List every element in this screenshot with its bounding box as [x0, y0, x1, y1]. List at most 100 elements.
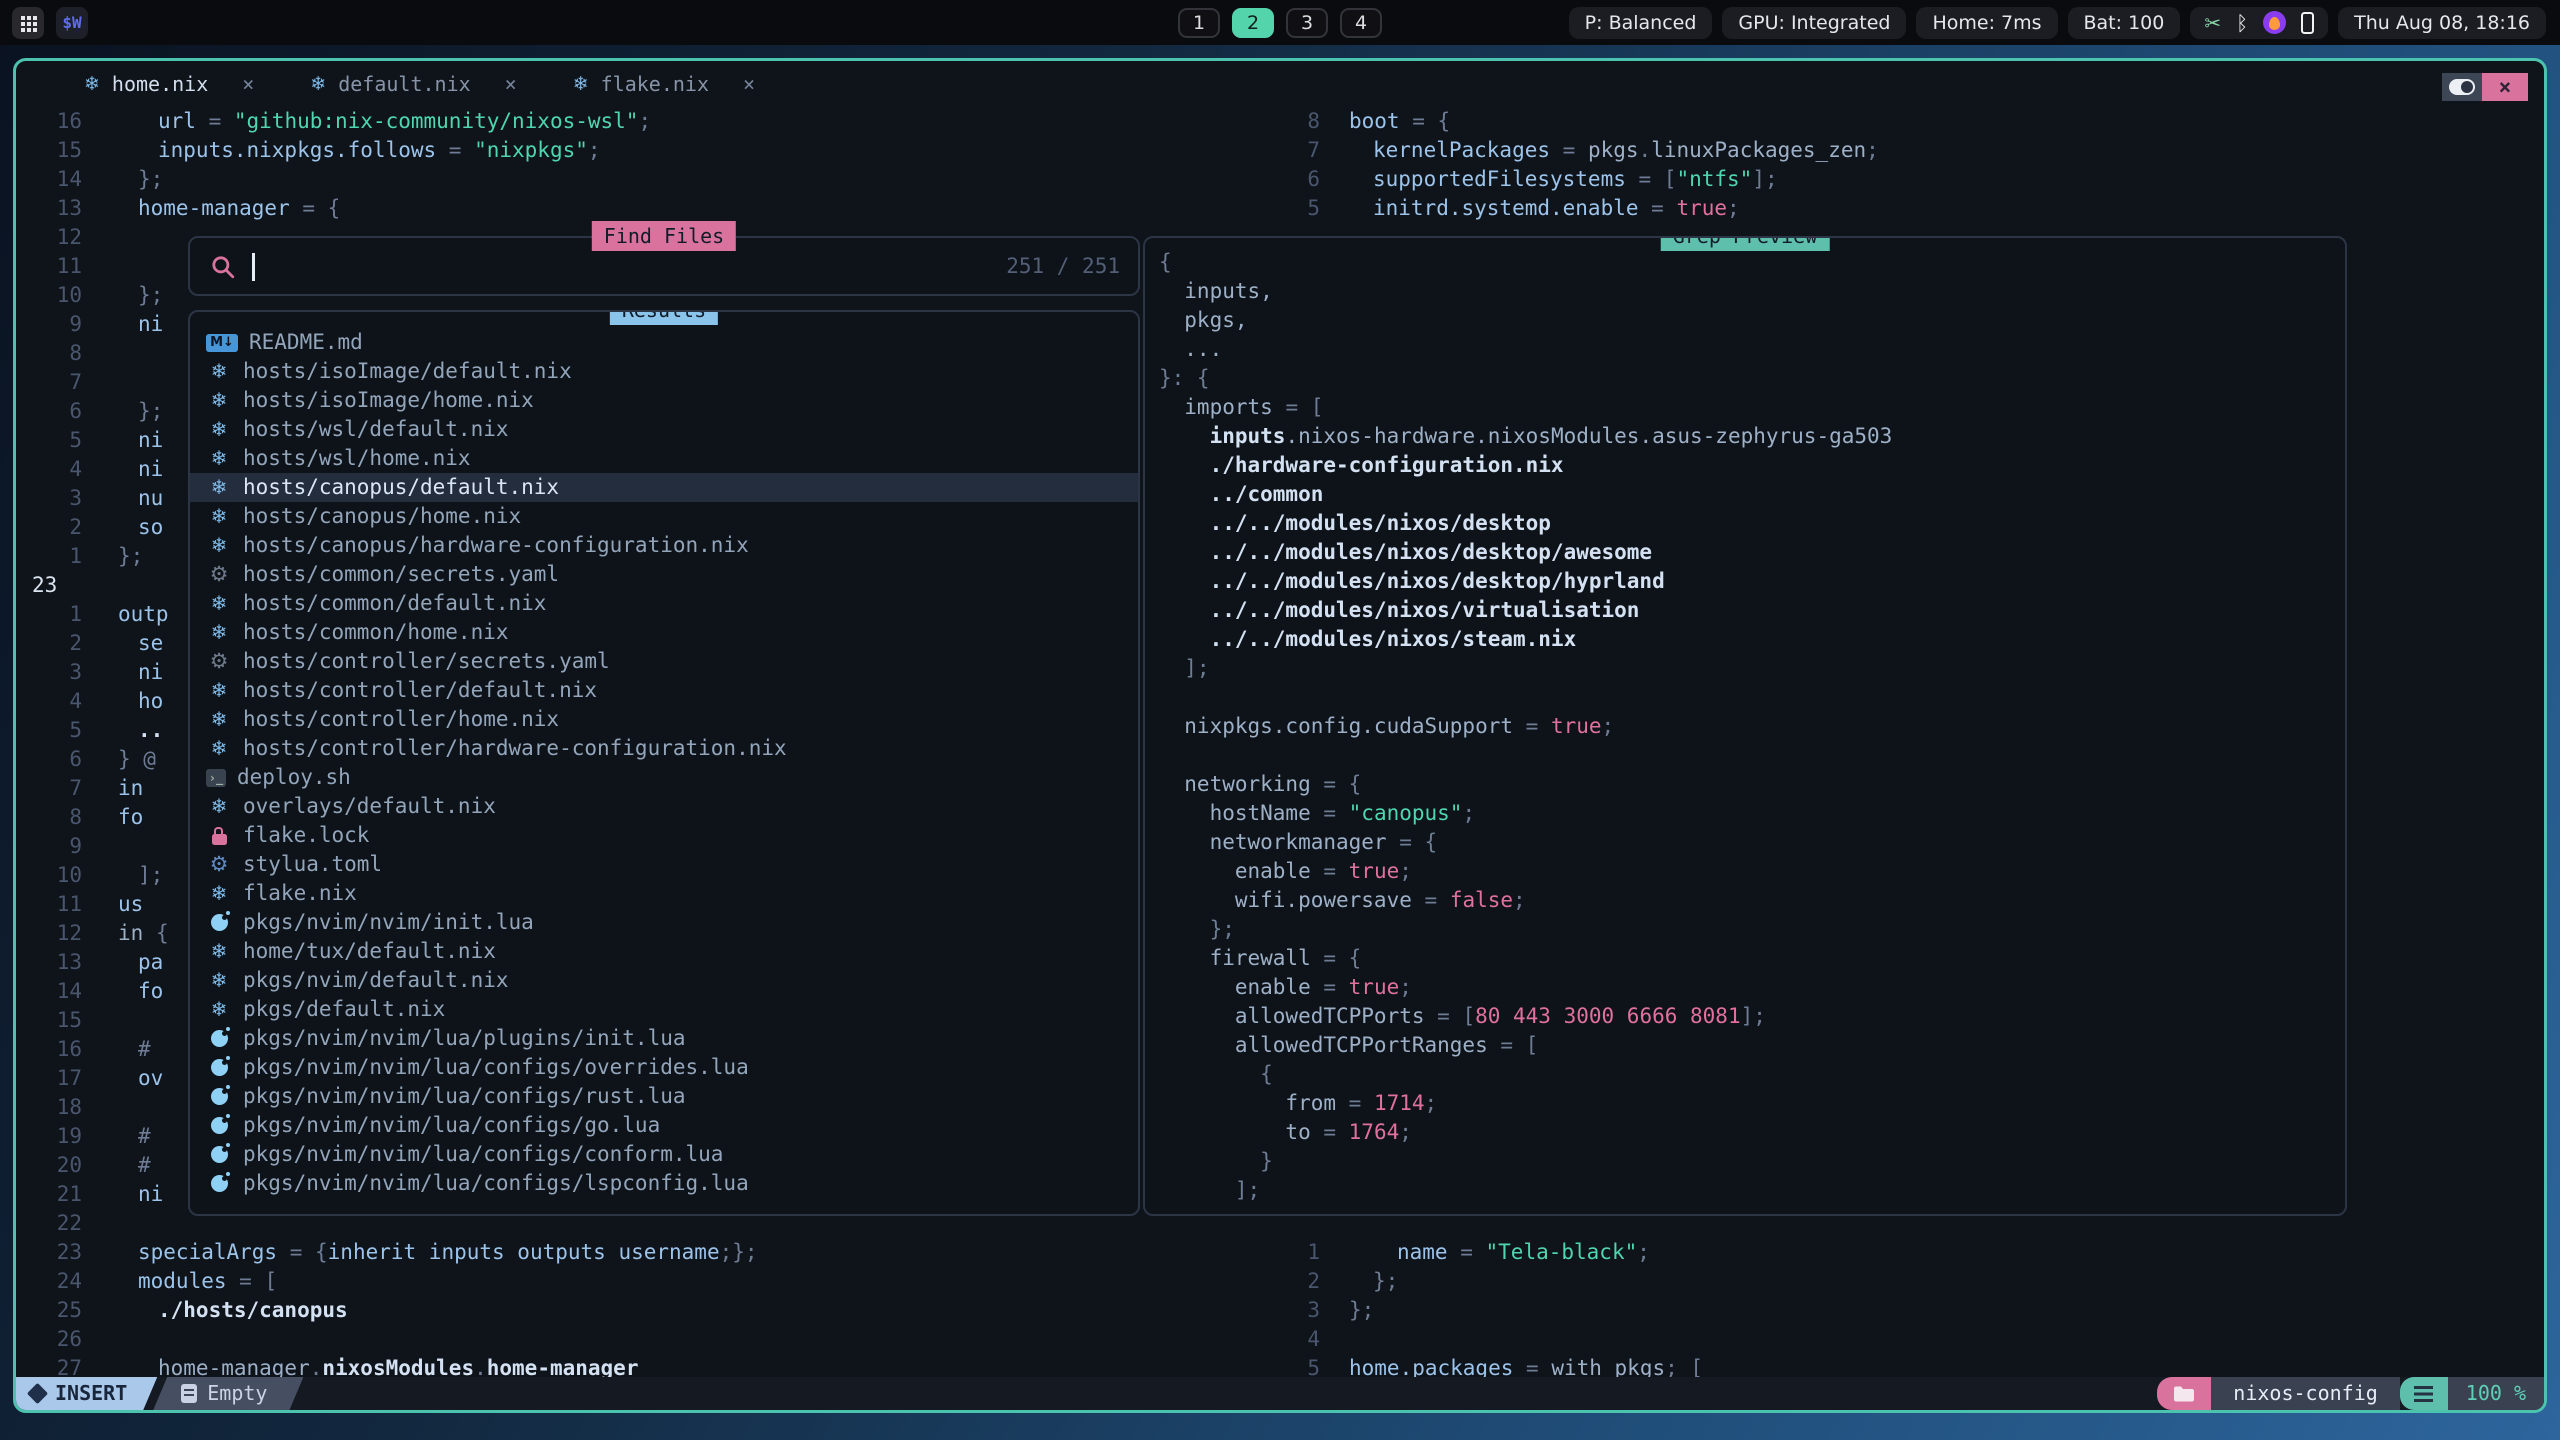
code-line: 7kernelPackages = pkgs.linuxPackages_zen… [16, 136, 2544, 165]
folder-icon [2173, 1385, 2195, 1403]
result-item[interactable]: ❄hosts/canopus/home.nix [190, 502, 1138, 531]
result-item[interactable]: pkgs/nvim/nvim/lua/configs/rust.lua [190, 1082, 1138, 1111]
preview-line [1159, 683, 2345, 712]
workspace-button-4[interactable]: 4 [1340, 8, 1382, 38]
result-path: pkgs/nvim/nvim/lua/configs/lspconfig.lua [243, 1169, 749, 1198]
scissors-icon[interactable]: ✂ [2204, 13, 2221, 33]
vim-icon [27, 1383, 48, 1404]
preview-title: Grep Preview [1661, 236, 1830, 251]
app-launcher-button[interactable] [12, 7, 44, 39]
preview-line: firewall = { [1159, 944, 2345, 973]
preview-line: imports = [ [1159, 393, 2345, 422]
result-item[interactable]: ❄hosts/controller/hardware-configuration… [190, 734, 1138, 763]
nix-file-icon: ❄ [206, 676, 232, 705]
code-line: 2}; [16, 1267, 2544, 1296]
phone-icon[interactable] [2301, 12, 2314, 34]
preview-line: pkgs, [1159, 306, 2345, 335]
result-path: hosts/controller/default.nix [243, 676, 597, 705]
result-item[interactable]: ›_deploy.sh [190, 763, 1138, 792]
preview-line: enable = true; [1159, 973, 2345, 1002]
flame-icon[interactable] [2263, 11, 2286, 34]
preview-line: ../../modules/nixos/desktop/hyprland [1159, 567, 2345, 596]
project-name: nixos-config [2211, 1377, 2400, 1410]
text-cursor [252, 253, 255, 281]
result-path: hosts/controller/home.nix [243, 705, 559, 734]
results-title: Results [610, 310, 718, 325]
result-item[interactable]: ❄hosts/isoImage/default.nix [190, 357, 1138, 386]
result-path: overlays/default.nix [243, 792, 496, 821]
status-left: INSERT Empty [16, 1377, 303, 1410]
workspace-button-3[interactable]: 3 [1286, 8, 1328, 38]
result-item[interactable]: ⚙hosts/controller/secrets.yaml [190, 647, 1138, 676]
bluetooth-icon[interactable]: ᛒ [2236, 13, 2248, 33]
result-item[interactable]: pkgs/nvim/nvim/lua/plugins/init.lua [190, 1024, 1138, 1053]
result-path: flake.nix [243, 879, 357, 908]
apps-grid-icon [21, 16, 25, 20]
lua-file-icon [206, 1175, 232, 1192]
result-path: pkgs/nvim/default.nix [243, 966, 509, 995]
result-item[interactable]: ❄hosts/controller/home.nix [190, 705, 1138, 734]
preview-line: ../common [1159, 480, 2345, 509]
result-item[interactable]: ❄hosts/wsl/home.nix [190, 444, 1138, 473]
workspace-logo[interactable]: $W [56, 7, 88, 39]
lines-icon [2414, 1386, 2433, 1402]
preview-line: inputs, [1159, 277, 2345, 306]
preview-line: } [1159, 1147, 2345, 1176]
result-item[interactable]: ❄hosts/common/home.nix [190, 618, 1138, 647]
preview-line: inputs.nixos-hardware.nixosModules.asus-… [1159, 422, 2345, 451]
preview-line: networking = { [1159, 770, 2345, 799]
preview-line: to = 1764; [1159, 1118, 2345, 1147]
result-path: pkgs/nvim/nvim/lua/configs/conform.lua [243, 1140, 723, 1169]
result-path: stylua.toml [243, 850, 382, 879]
result-item[interactable]: pkgs/nvim/nvim/lua/configs/lspconfig.lua [190, 1169, 1138, 1198]
result-item[interactable]: pkgs/nvim/nvim/lua/configs/go.lua [190, 1111, 1138, 1140]
mode-segment: INSERT [16, 1377, 157, 1410]
workspace-button-1[interactable]: 1 [1178, 8, 1220, 38]
result-item[interactable]: ❄hosts/wsl/default.nix [190, 415, 1138, 444]
result-item[interactable]: M↓README.md [190, 328, 1138, 357]
find-files-input[interactable]: Find Files 251 / 251 [188, 236, 1140, 296]
lua-file-icon [206, 1059, 232, 1076]
result-path: hosts/canopus/hardware-configuration.nix [243, 531, 749, 560]
status-pill: Home: 7ms [1916, 7, 2057, 39]
result-item[interactable]: ❄hosts/canopus/default.nix [190, 473, 1138, 502]
lua-file-icon [206, 1117, 232, 1134]
result-item[interactable]: ❄overlays/default.nix [190, 792, 1138, 821]
preview-line: enable = true; [1159, 857, 2345, 886]
result-item[interactable]: ❄hosts/canopus/hardware-configuration.ni… [190, 531, 1138, 560]
result-path: hosts/common/secrets.yaml [243, 560, 559, 589]
result-item[interactable]: ❄hosts/isoImage/home.nix [190, 386, 1138, 415]
preview-line [1159, 741, 2345, 770]
status-pill: Bat: 100 [2068, 7, 2181, 39]
result-path: home/tux/default.nix [243, 937, 496, 966]
result-item[interactable]: ❄pkgs/default.nix [190, 995, 1138, 1024]
result-item[interactable]: ⚙stylua.toml [190, 850, 1138, 879]
status-right: nixos-config 100 % [2157, 1377, 2544, 1410]
preview-line: ]; [1159, 654, 2345, 683]
result-item[interactable]: ❄home/tux/default.nix [190, 937, 1138, 966]
result-item[interactable]: ❄hosts/common/default.nix [190, 589, 1138, 618]
code-line: 5initrd.systemd.enable = true; [16, 194, 2544, 223]
nix-file-icon: ❄ [206, 879, 232, 908]
code-line: 8boot = { [16, 107, 2544, 136]
result-item[interactable]: ❄ flake.nix [190, 879, 1138, 908]
clock: Thu Aug 08, 18:16 [2338, 7, 2546, 39]
workspace-button-2[interactable]: 2 [1232, 8, 1274, 38]
status-pill: P: Balanced [1569, 7, 1713, 39]
result-item[interactable]: flake.lock [190, 821, 1138, 850]
telescope-preview: Grep Preview { inputs, pkgs, ...}: { imp… [1143, 236, 2347, 1216]
result-item[interactable]: ❄ hosts/controller/default.nix [190, 676, 1138, 705]
lua-file-icon [206, 1030, 232, 1047]
result-item[interactable]: pkgs/nvim/nvim/init.lua [190, 908, 1138, 937]
preview-line: allowedTCPPorts = [80 443 3000 6666 8081… [1159, 1002, 2345, 1031]
nix-file-icon: ❄ [206, 966, 232, 995]
nix-file-icon: ❄ [206, 734, 232, 763]
result-item[interactable]: pkgs/nvim/nvim/lua/configs/overrides.lua [190, 1053, 1138, 1082]
result-item[interactable]: ❄ pkgs/nvim/default.nix [190, 966, 1138, 995]
result-path: hosts/canopus/default.nix [243, 473, 559, 502]
top-bar-right: P: BalancedGPU: IntegratedHome: 7msBat: … [1569, 0, 2546, 45]
result-item[interactable]: ⚙hosts/common/secrets.yaml [190, 560, 1138, 589]
editor-window: ❄home.nix×❄default.nix×❄flake.nix× × 16u… [13, 58, 2547, 1413]
result-item[interactable]: pkgs/nvim/nvim/lua/configs/conform.lua [190, 1140, 1138, 1169]
preview-line: ... [1159, 335, 2345, 364]
